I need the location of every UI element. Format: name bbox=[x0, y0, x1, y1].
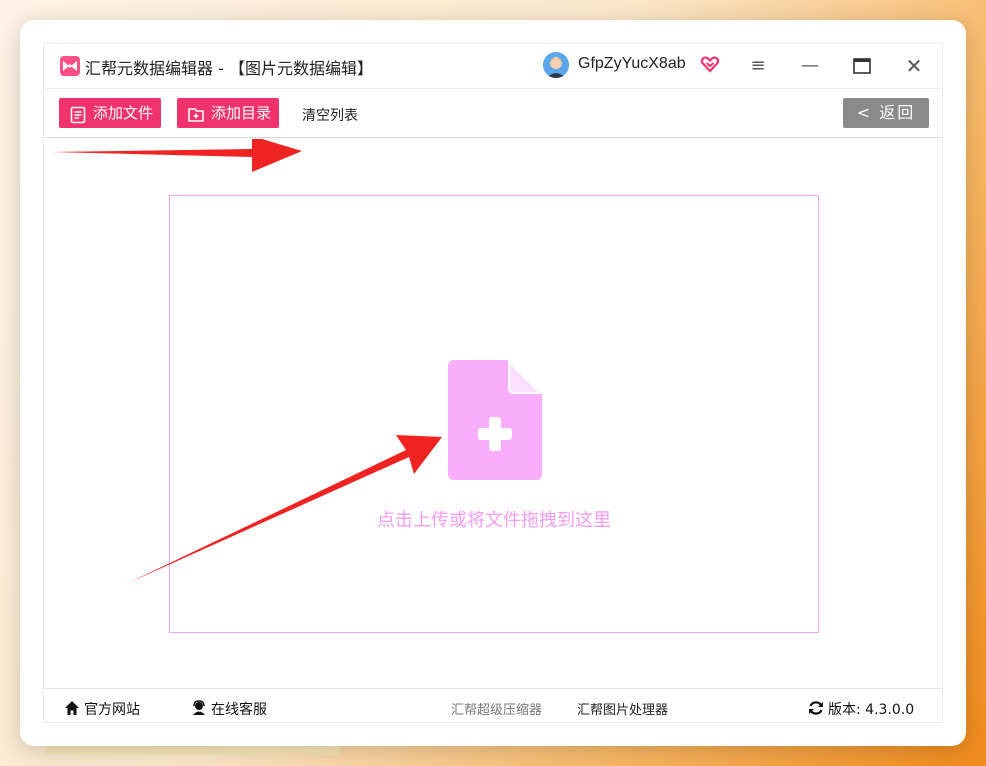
menu-icon[interactable]: ≡ bbox=[745, 53, 771, 79]
drop-hint-text: 点击上传或将文件拖拽到这里 bbox=[377, 510, 611, 531]
version-label: 版本: 4.3.0.0 bbox=[828, 702, 915, 718]
add-directory-label: 添加目录 bbox=[211, 104, 272, 122]
add-file-label: 添加文件 bbox=[93, 104, 154, 122]
content-area: 点击上传或将文件拖拽到这里 bbox=[44, 139, 942, 688]
window-title: 汇帮元数据编辑器 - 【图片元数据编辑】 bbox=[85, 59, 373, 78]
close-icon[interactable]: ✕ bbox=[901, 53, 927, 79]
title-bar: 汇帮元数据编辑器 - 【图片元数据编辑】 GfpZyYucX8ab ≡ — ✕ bbox=[44, 44, 942, 88]
add-directory-button[interactable]: 添加目录 bbox=[177, 98, 279, 128]
document-list-icon bbox=[69, 104, 87, 124]
toolbar: 添加文件 添加目录 清空列表 < 返回 bbox=[44, 88, 942, 138]
minimize-icon[interactable]: — bbox=[797, 53, 823, 79]
online-service-label: 在线客服 bbox=[211, 702, 267, 718]
file-drop-zone[interactable]: 点击上传或将文件拖拽到这里 bbox=[169, 195, 819, 633]
user-avatar-icon[interactable] bbox=[543, 52, 569, 78]
customer-service-icon bbox=[191, 700, 207, 716]
username[interactable]: GfpZyYucX8ab bbox=[578, 55, 686, 73]
file-plus-icon[interactable] bbox=[448, 360, 542, 480]
image-processor-link[interactable]: 汇帮图片处理器 bbox=[577, 699, 668, 718]
compressor-link[interactable]: 汇帮超级压缩器 bbox=[451, 699, 542, 718]
version-info[interactable]: 版本: 4.3.0.0 bbox=[808, 699, 914, 719]
online-service-link[interactable]: 在线客服 bbox=[191, 699, 267, 719]
folder-add-icon bbox=[187, 104, 205, 122]
refresh-icon bbox=[808, 700, 824, 716]
bowtie-logo-icon bbox=[60, 56, 80, 76]
arrow-to-toolbar bbox=[52, 139, 302, 172]
maximize-icon[interactable] bbox=[849, 53, 875, 79]
official-site-link[interactable]: 官方网站 bbox=[64, 699, 140, 719]
heart-badge-icon[interactable] bbox=[700, 54, 720, 74]
official-site-label: 官方网站 bbox=[84, 702, 140, 718]
clear-list-button[interactable]: 清空列表 bbox=[302, 105, 358, 125]
add-file-button[interactable]: 添加文件 bbox=[59, 98, 161, 128]
back-button[interactable]: < 返回 bbox=[843, 98, 929, 128]
status-bar: 官方网站 在线客服 汇帮超级压缩器 汇帮图片处理器 版本: 4.3.0.0 bbox=[44, 688, 942, 724]
main-window: 汇帮元数据编辑器 - 【图片元数据编辑】 GfpZyYucX8ab ≡ — ✕ bbox=[43, 43, 943, 723]
home-icon bbox=[64, 700, 80, 716]
